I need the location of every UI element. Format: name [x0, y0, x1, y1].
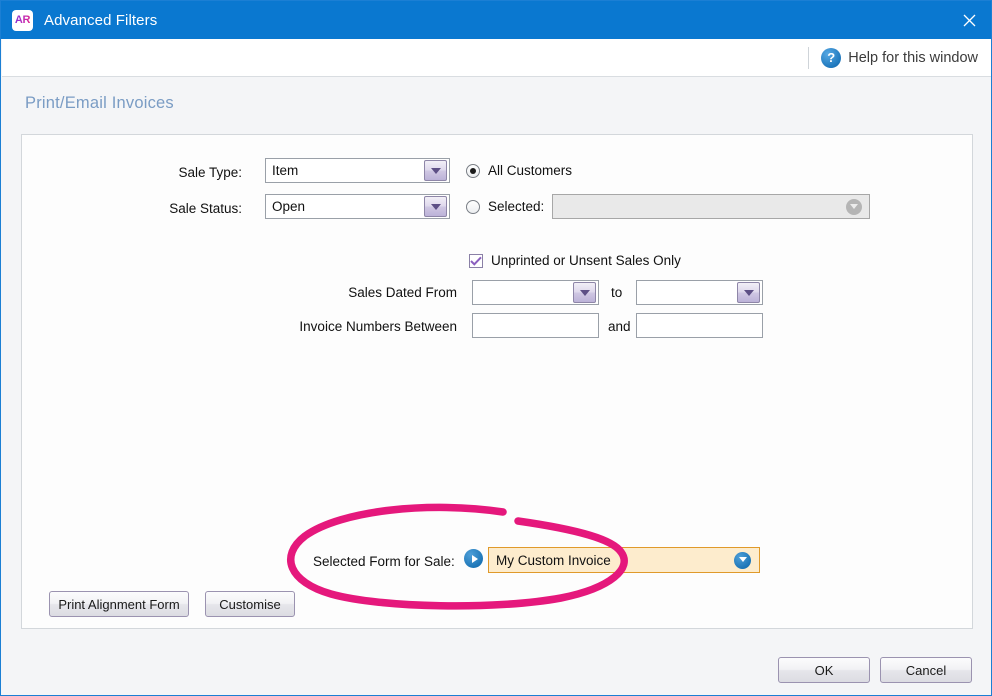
sale-type-combo[interactable]: Item — [265, 158, 450, 183]
ar-app-icon: AR — [12, 9, 33, 31]
selected-form-value: My Custom Invoice — [496, 552, 611, 568]
window-title: Advanced Filters — [44, 11, 158, 29]
radio-all-customers-indicator — [466, 163, 480, 178]
chevron-down-icon — [430, 167, 441, 174]
sales-dated-from-combo[interactable] — [472, 280, 599, 305]
help-bar: ? Help for this window — [2, 39, 991, 77]
circle-right-arrow-icon[interactable] — [464, 549, 483, 568]
checkbox-unprinted-or-unsent[interactable]: Unprinted or Unsent Sales Only — [469, 253, 681, 268]
sale-status-label: Sale Status: — [169, 201, 242, 216]
checkbox-unprinted-indicator — [469, 253, 483, 268]
sale-status-combo[interactable]: Open — [265, 194, 450, 219]
print-alignment-form-button[interactable]: Print Alignment Form — [49, 591, 189, 617]
question-mark-icon: ? — [821, 47, 842, 68]
invoice-number-to-input[interactable] — [636, 313, 763, 338]
radio-selected-dot — [470, 167, 476, 174]
radio-selected-customers-label: Selected: — [488, 199, 545, 214]
invoice-numbers-separator: and — [608, 319, 631, 334]
filters-panel: Sale Type: Item Sale Status: Open All Cu… — [21, 134, 973, 629]
chevron-down-icon — [579, 289, 590, 296]
circle-down-arrow-icon — [846, 198, 862, 215]
advanced-filters-window: AR Advanced Filters ? Help for this wind… — [0, 0, 992, 696]
selected-customers-picker[interactable] — [552, 194, 870, 219]
sale-status-dropdown-button[interactable] — [424, 196, 447, 217]
sales-dated-to-combo[interactable] — [636, 280, 763, 305]
selected-form-field[interactable]: My Custom Invoice — [488, 547, 760, 573]
sale-status-value: Open — [272, 199, 306, 214]
sales-dated-to-dropdown-button[interactable] — [737, 282, 760, 303]
close-icon — [963, 14, 976, 26]
customise-button[interactable]: Customise — [205, 591, 295, 617]
invoice-numbers-label: Invoice Numbers Between — [299, 319, 457, 334]
radio-selected-customers[interactable]: Selected: — [466, 199, 544, 214]
sales-dated-from-label: Sales Dated From — [348, 285, 457, 300]
sale-type-label: Sale Type: — [178, 165, 242, 180]
title-bar: AR Advanced Filters — [1, 1, 991, 39]
cancel-button[interactable]: Cancel — [880, 657, 972, 683]
chevron-down-icon — [430, 203, 441, 210]
sales-dated-separator: to — [611, 285, 623, 300]
help-link-label: Help for this window — [848, 49, 978, 66]
radio-all-customers[interactable]: All Customers — [466, 163, 572, 178]
ar-app-icon-label: AR — [14, 13, 31, 26]
page-title: Print/Email Invoices — [25, 94, 174, 112]
radio-selected-customers-indicator — [466, 199, 480, 214]
checkbox-unprinted-label: Unprinted or Unsent Sales Only — [491, 253, 681, 268]
radio-all-customers-label: All Customers — [488, 163, 573, 178]
footer-bar: OK Cancel — [2, 641, 991, 695]
help-for-this-window-link[interactable]: ? Help for this window — [808, 46, 978, 69]
ok-button[interactable]: OK — [778, 657, 870, 683]
circle-down-arrow-icon[interactable] — [734, 551, 751, 569]
chevron-down-icon — [743, 289, 754, 296]
close-button[interactable] — [946, 1, 991, 39]
sale-type-value: Item — [272, 163, 299, 178]
selected-form-label: Selected Form for Sale: — [313, 554, 455, 569]
checkmark-icon — [470, 256, 482, 266]
sale-type-dropdown-button[interactable] — [424, 160, 447, 181]
invoice-number-from-input[interactable] — [472, 313, 599, 338]
sales-dated-from-dropdown-button[interactable] — [573, 282, 596, 303]
